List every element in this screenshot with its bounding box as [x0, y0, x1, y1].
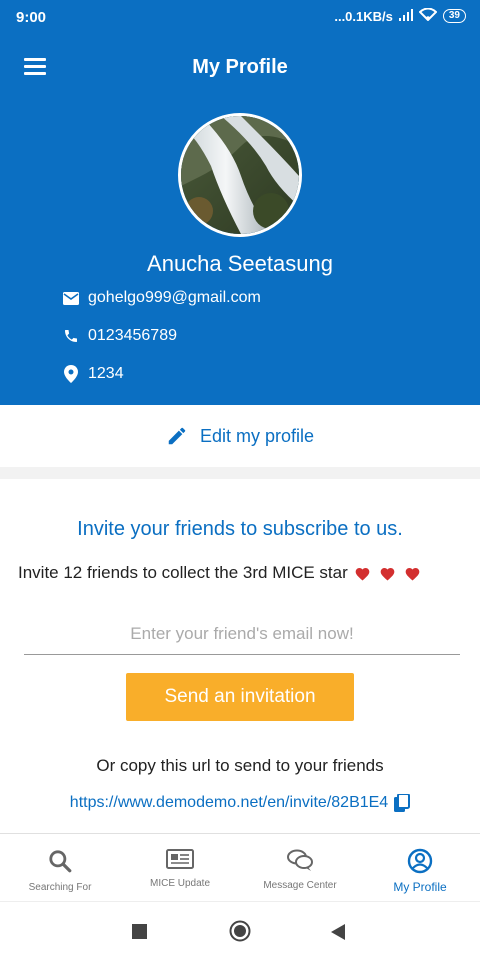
- copy-url-text: Or copy this url to send to your friends: [96, 756, 384, 775]
- tab-searching-for[interactable]: Searching For: [0, 834, 120, 902]
- profile-phone: 0123456789: [88, 327, 177, 344]
- circle-icon: [229, 920, 251, 942]
- waterfall-photo: [181, 116, 299, 234]
- network-speed: ...0.1KB/s: [334, 8, 393, 24]
- bottom-tab-bar: Searching For MICE Update Message Center…: [0, 833, 480, 902]
- signal-icon: [398, 8, 413, 24]
- system-navigation-bar: [0, 901, 480, 961]
- invite-subtitle: Invite 12 friends to collect the 3rd MIC…: [18, 563, 348, 582]
- tab-label: Searching For: [28, 882, 92, 893]
- invite-subtitle-row: Invite 12 friends to collect the 3rd MIC…: [18, 563, 478, 583]
- profile-location: 1234: [88, 365, 124, 382]
- tab-my-profile[interactable]: My Profile: [360, 834, 480, 902]
- battery-icon: 39: [442, 9, 466, 23]
- profile-icon: [407, 848, 433, 874]
- heart-icon: [355, 567, 370, 581]
- invite-url[interactable]: https://www.demodemo.net/en/invite/82B1E…: [70, 794, 388, 812]
- send-invitation-button[interactable]: Send an invitation: [126, 673, 354, 721]
- tab-label: My Profile: [393, 880, 447, 894]
- chat-icon: [287, 849, 313, 871]
- friend-email-input[interactable]: [24, 614, 460, 655]
- newspaper-icon: [166, 849, 194, 869]
- star-hearts: [354, 566, 421, 581]
- profile-email: gohelgo999@gmail.com: [88, 289, 261, 306]
- heart-icon: [405, 567, 420, 581]
- email-row: gohelgo999@gmail.com: [62, 289, 261, 307]
- pencil-icon: [166, 425, 188, 447]
- page-title: My Profile: [192, 56, 288, 78]
- edit-profile-button[interactable]: Edit my profile: [0, 405, 480, 467]
- tab-label: Message Center: [263, 880, 337, 891]
- square-icon: [132, 924, 147, 939]
- invite-title: Invite your friends to subscribe to us.: [77, 518, 403, 540]
- avatar[interactable]: [178, 113, 302, 237]
- profile-name: Anucha Seetasung: [147, 251, 333, 276]
- wifi-icon: [418, 7, 438, 24]
- tab-message-center[interactable]: Message Center: [240, 834, 360, 902]
- location-pin-icon: [62, 365, 80, 383]
- status-indicators: ...0.1KB/s 39: [334, 7, 466, 24]
- back-triangle-icon: [331, 924, 345, 940]
- heart-icon: [380, 567, 395, 581]
- phone-icon: [62, 327, 80, 345]
- phone-row: 0123456789: [62, 327, 177, 345]
- tab-label: MICE Update: [149, 878, 211, 889]
- search-icon: [49, 850, 72, 873]
- invite-url-row: https://www.demodemo.net/en/invite/82B1E…: [0, 794, 480, 812]
- edit-profile-label: Edit my profile: [199, 425, 315, 446]
- back-button[interactable]: [330, 923, 346, 946]
- recents-button[interactable]: [132, 924, 148, 945]
- section-divider: [0, 467, 480, 479]
- copy-icon[interactable]: [394, 794, 411, 812]
- location-row: 1234: [62, 365, 124, 383]
- tab-mice-update[interactable]: MICE Update: [120, 834, 240, 902]
- status-bar: 9:00 ...0.1KB/s 39: [0, 0, 480, 34]
- mail-icon: [62, 289, 80, 307]
- home-button[interactable]: [229, 920, 251, 947]
- top-bar: My Profile: [0, 44, 480, 94]
- status-time: 9:00: [16, 9, 47, 26]
